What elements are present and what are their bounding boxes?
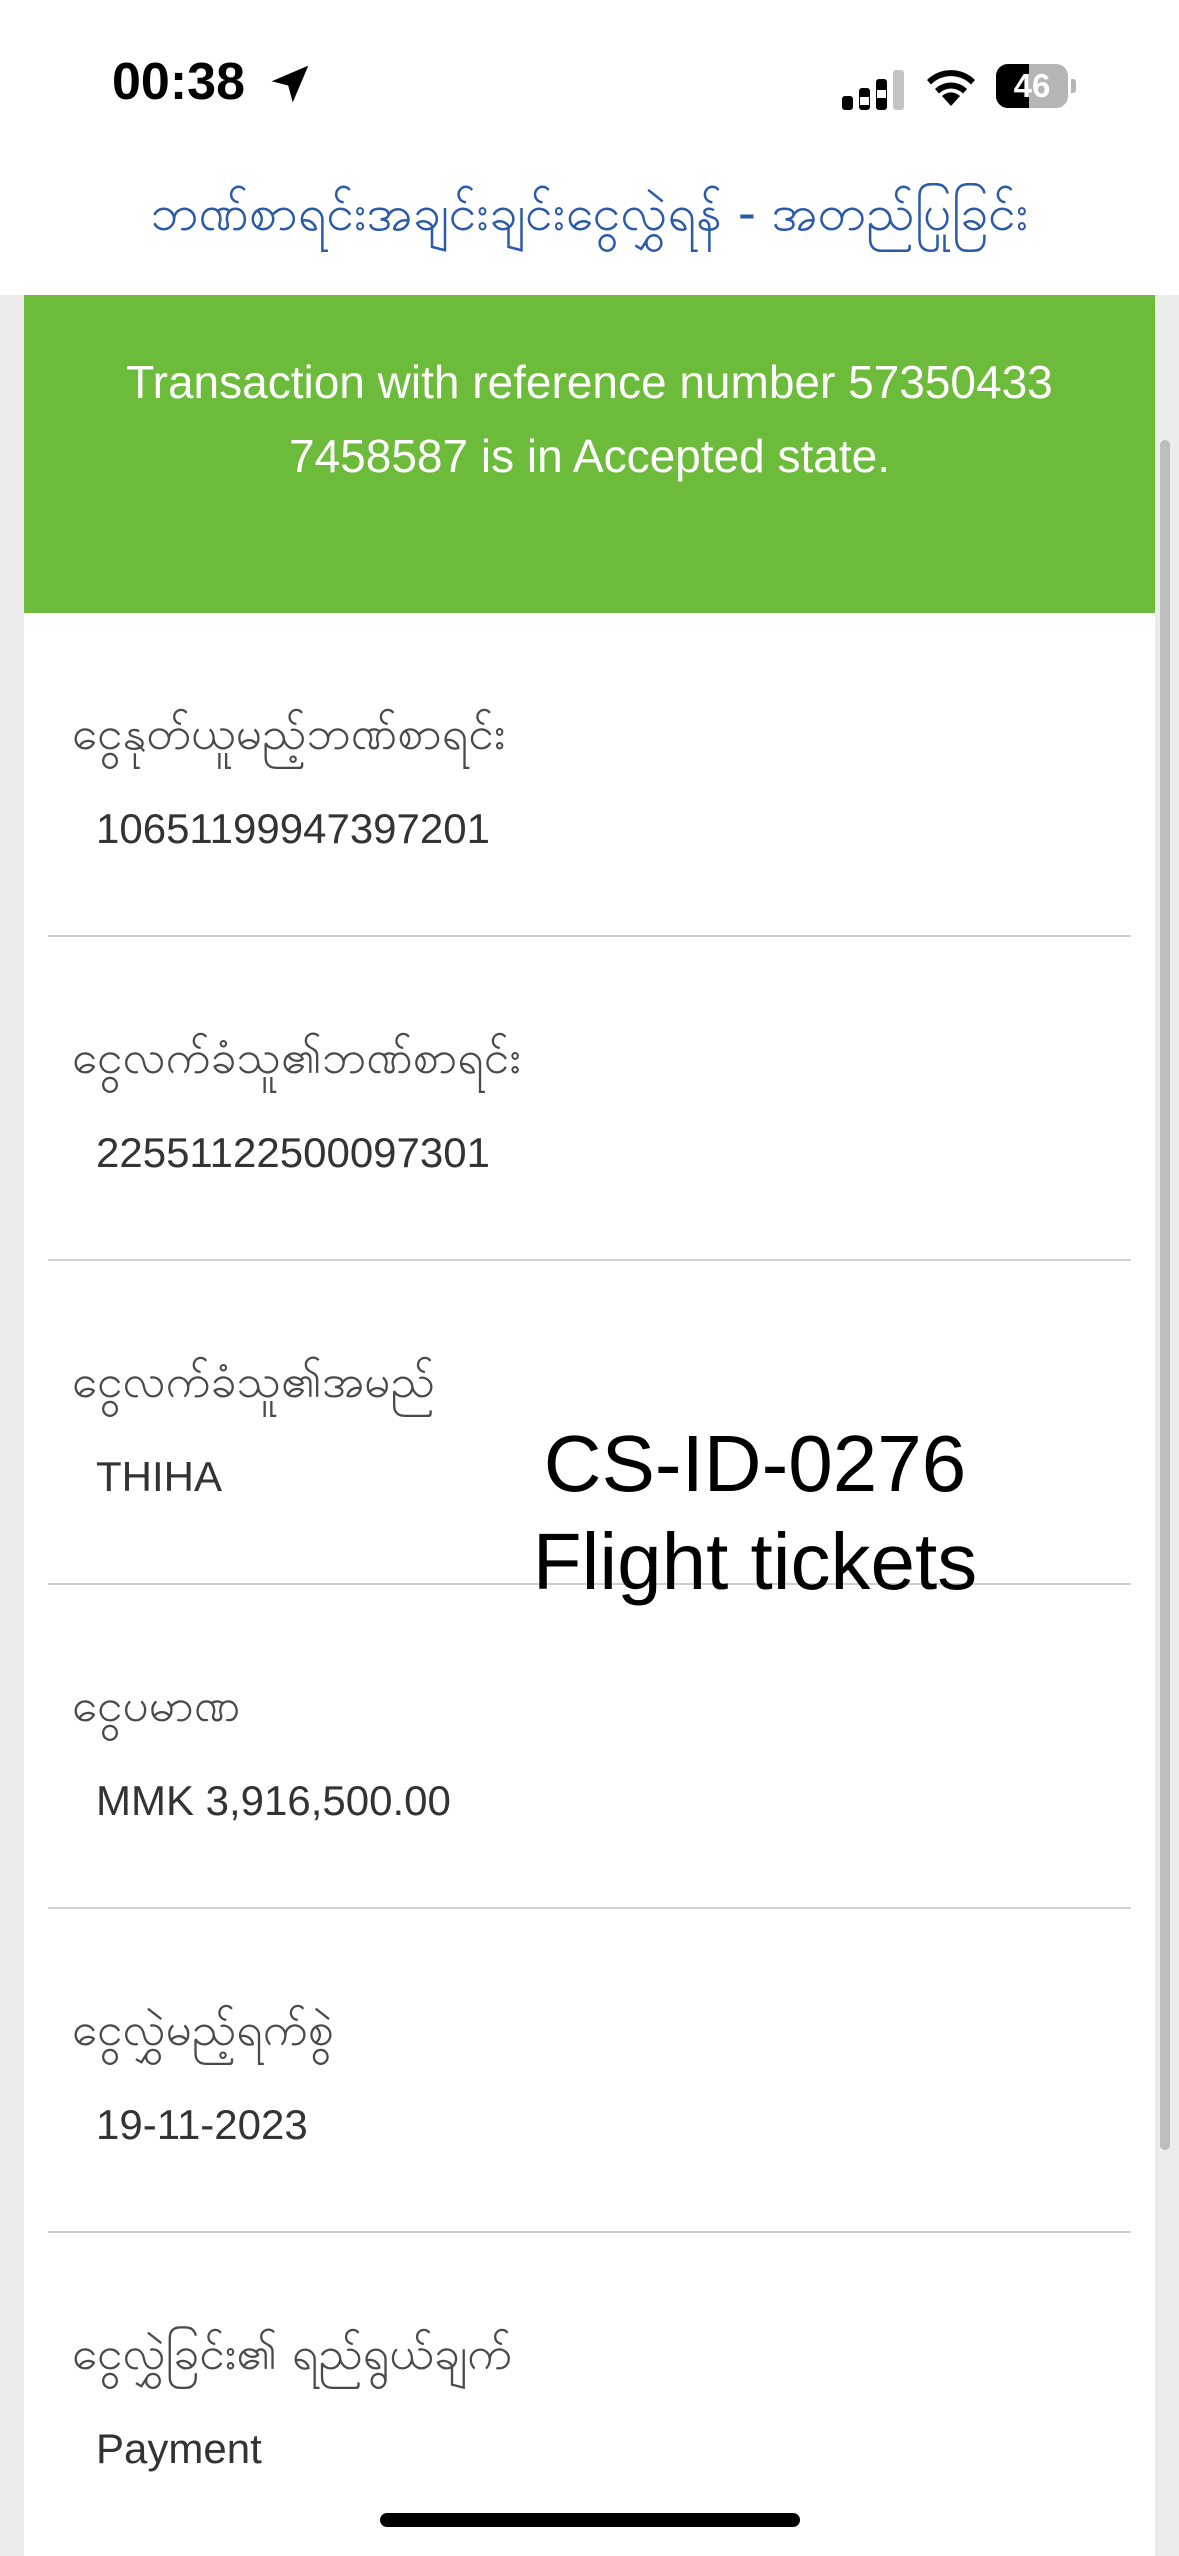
field-transfer-date: ငွေလွှဲမည့်ရက်စွဲ 19-11-2023 — [48, 1909, 1131, 2233]
scrollbar[interactable] — [1160, 440, 1170, 2150]
location-arrow-icon — [271, 65, 309, 103]
field-beneficiary-account: ငွေလက်ခံသူ၏ဘဏ်စာရင်း 22551122500097301 — [48, 937, 1131, 1261]
page-title: ဘဏ်စာရင်းအချင်းချင်းငွေလွှဲရန် - အတည်ပြု… — [150, 184, 1029, 242]
left-gutter — [0, 295, 24, 2556]
field-debit-account: ငွေနုတ်ယူမည့်ဘဏ်စာရင်း 10651199947397201 — [48, 613, 1131, 937]
status-time: 00:38 — [112, 53, 245, 111]
field-label: ငွေလက်ခံသူ၏အမည် — [72, 1354, 435, 1408]
overlay-line-2: Flight tickets — [532, 1517, 978, 1606]
field-value: 19-11-2023 — [96, 2101, 308, 2148]
screen: 00:38 46 ဘဏ်စာရင်းအချင်းချင်းငွေလွှဲရန် … — [0, 0, 1179, 2556]
field-label: ငွေလွှဲခြင်း၏ ရည်ရွယ်ချက် — [72, 2326, 513, 2380]
field-label: ငွေပမာဏ — [72, 1678, 241, 1732]
field-value: THIHA — [96, 1453, 222, 1500]
field-value: MMK 3,916,500.00 — [96, 1777, 451, 1824]
cellular-signal-icon — [842, 70, 904, 110]
status-bar: 00:38 46 — [0, 0, 1179, 150]
status-banner: Transaction with reference number 573504… — [24, 295, 1155, 613]
battery-level: 46 — [1013, 67, 1051, 104]
field-amount: ငွေပမာဏ MMK 3,916,500.00 — [48, 1585, 1131, 1909]
status-banner-message: Transaction with reference number 573504… — [126, 356, 1053, 482]
overlay-annotation: CS-ID-0276 Flight tickets — [500, 1415, 1010, 1611]
field-label: ငွေနုတ်ယူမည့်ဘဏ်စာရင်း — [72, 706, 506, 760]
field-value: 10651199947397201 — [96, 805, 490, 852]
field-label: ငွေလက်ခံသူ၏ဘဏ်စာရင်း — [72, 1030, 521, 1084]
overlay-line-1: CS-ID-0276 — [543, 1419, 967, 1508]
battery-nub — [1071, 79, 1076, 93]
field-value: Payment — [96, 2425, 262, 2472]
battery-body: 46 — [996, 64, 1068, 108]
field-value: 22551122500097301 — [96, 1129, 490, 1176]
home-indicator[interactable] — [380, 2513, 800, 2527]
field-purpose: ငွေလွှဲခြင်း၏ ရည်ရွယ်ချက် Payment — [48, 2233, 1131, 2555]
field-label: ငွေလွှဲမည့်ရက်စွဲ — [72, 2002, 334, 2056]
wifi-icon — [927, 70, 975, 106]
battery-icon: 46 — [996, 64, 1076, 108]
